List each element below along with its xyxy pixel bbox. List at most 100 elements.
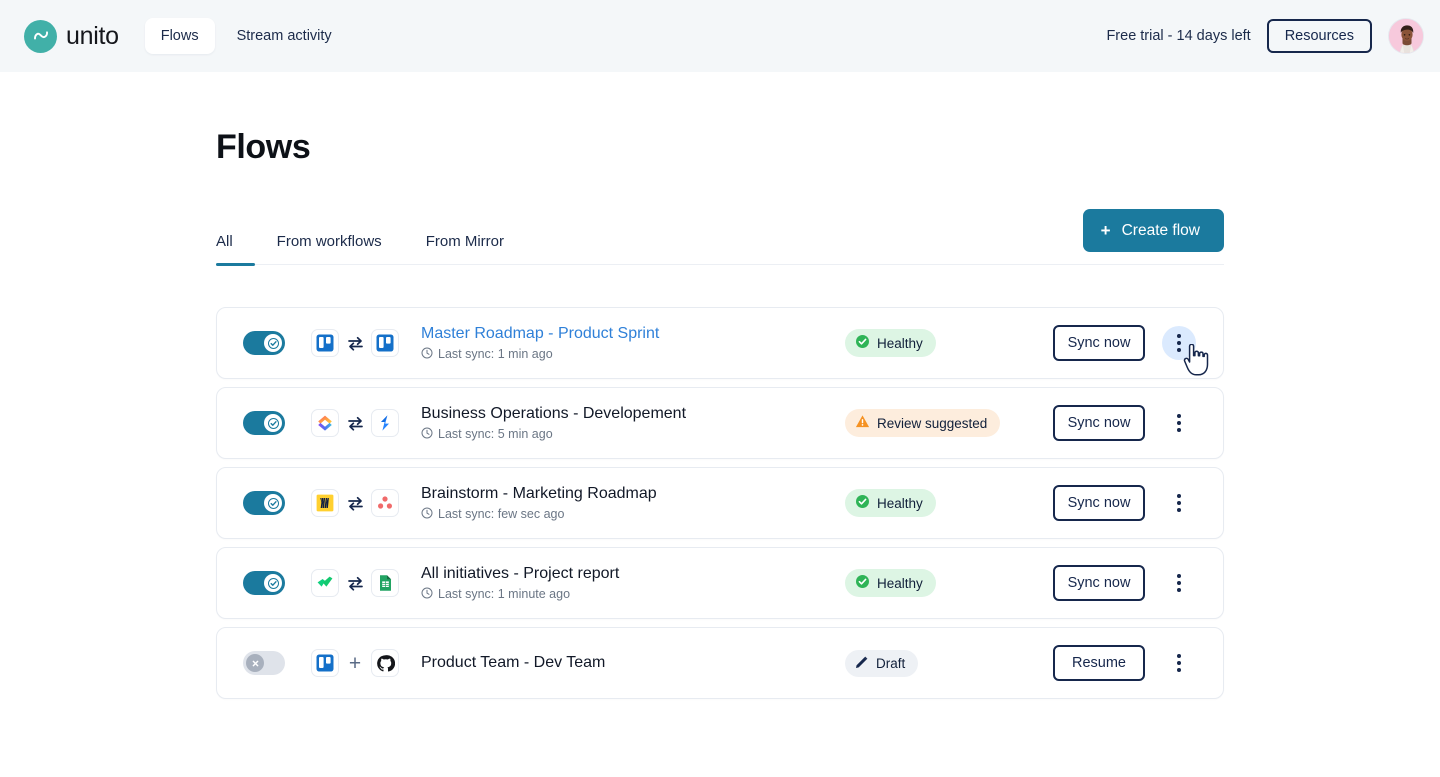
toggle-knob-checked-icon [264,334,282,352]
flow-info: Brainstorm - Marketing Roadmap Last sync… [421,485,845,522]
flow-row[interactable]: Master Roadmap - Product Sprint Last syn… [216,307,1224,379]
flow-options-menu-button[interactable] [1162,646,1196,680]
flow-last-sync-text: Last sync: 1 minute ago [438,587,571,601]
bidirectional-arrows-icon [346,336,364,351]
status-badge-label: Healthy [877,575,923,591]
app-icon-wrike [311,569,339,597]
toggle-knob-checked-icon [264,494,282,512]
flow-last-sync: Last sync: few sec ago [421,507,845,522]
resume-button[interactable]: Resume [1053,644,1145,682]
status-badge-label: Review suggested [877,415,988,431]
check-circle-icon [855,334,870,352]
sync-now-button[interactable]: Sync now [1053,484,1145,522]
status-badge: Healthy [845,329,936,357]
kebab-dot [1177,334,1181,338]
tab-all[interactable]: All [216,233,255,266]
kebab-dot [1177,581,1181,585]
status-badge-label: Draft [876,655,906,671]
flow-menu-column [1153,566,1205,600]
flow-last-sync: Last sync: 5 min ago [421,427,845,442]
app-icon-clickup [311,409,339,437]
app-icon-miro [311,489,339,517]
flow-app-pair [311,409,399,437]
kebab-dot [1177,348,1181,352]
resources-button[interactable]: Resources [1266,18,1372,54]
toggle-knob-checked-icon [264,414,282,432]
flow-menu-column [1153,646,1205,680]
app-icon-google-sheets [371,569,399,597]
unito-logo-icon [24,19,57,53]
flow-options-menu-button[interactable] [1162,566,1196,600]
create-flow-wrap: + Create flow [1082,209,1224,264]
flow-action-column: Sync now [1045,484,1153,522]
sync-now-button[interactable]: Sync now [1053,564,1145,602]
flow-last-sync-text: Last sync: 1 min ago [438,347,553,361]
flow-enable-toggle[interactable] [243,491,285,515]
tab-from-workflows[interactable]: From workflows [255,233,404,264]
pencil-icon [855,655,869,672]
check-circle-icon [855,494,870,512]
sync-now-button[interactable]: Sync now [1053,324,1145,362]
warning-triangle-icon [855,414,870,432]
flow-menu-column [1153,406,1205,440]
kebab-dot [1177,661,1181,665]
flow-row[interactable]: + Product Team - Dev Team Draft Resume [216,627,1224,699]
toggle-knob-checked-icon [264,574,282,592]
avatar[interactable] [1388,18,1424,54]
tab-from-mirror[interactable]: From Mirror [404,233,526,264]
flow-enable-toggle[interactable] [243,651,285,675]
flow-options-menu-button[interactable] [1162,326,1196,360]
sync-now-button[interactable]: Sync now [1053,404,1145,442]
flow-action-column: Sync now [1045,324,1153,362]
flow-status-column: Healthy [845,569,1045,597]
flow-name[interactable]: Master Roadmap - Product Sprint [421,325,845,343]
flow-status-column: Healthy [845,329,1045,357]
plus-connector-icon: + [348,651,362,675]
main-nav: Flows Stream activity [144,18,348,54]
flow-info: All initiatives - Project report Last sy… [421,565,845,602]
flow-row[interactable]: Brainstorm - Marketing Roadmap Last sync… [216,467,1224,539]
status-badge-label: Healthy [877,335,923,351]
page-title: Flows [216,128,311,166]
flow-row[interactable]: Business Operations - Developement Last … [216,387,1224,459]
flow-action-column: Sync now [1045,564,1153,602]
kebab-dot [1177,428,1181,432]
flow-app-pair [311,489,399,517]
kebab-dot [1177,414,1181,418]
kebab-dot [1177,654,1181,658]
top-navigation-bar: unito Flows Stream activity Free trial -… [0,0,1440,72]
status-badge: Review suggested [845,409,1001,437]
flow-app-pair: + [311,649,399,677]
nav-item-stream-activity[interactable]: Stream activity [221,18,348,54]
clock-icon [421,347,433,362]
flow-row[interactable]: All initiatives - Project report Last sy… [216,547,1224,619]
clock-icon [421,587,433,602]
status-badge: Healthy [845,489,936,517]
nav-item-flows[interactable]: Flows [144,18,215,54]
flow-enable-toggle[interactable] [243,571,285,595]
flow-enable-toggle[interactable] [243,411,285,435]
flow-enable-toggle[interactable] [243,331,285,355]
flow-options-menu-button[interactable] [1162,486,1196,520]
flow-name: Business Operations - Developement [421,404,687,422]
kebab-dot [1177,494,1181,498]
flow-options-menu-button[interactable] [1162,406,1196,440]
bidirectional-arrows-icon [346,416,364,431]
create-flow-button[interactable]: + Create flow [1082,209,1224,252]
status-badge: Draft [845,649,919,677]
flow-last-sync: Last sync: 1 min ago [421,347,845,362]
flow-name: Product Team - Dev Team [421,654,606,671]
flow-action-column: Resume [1045,644,1153,682]
clock-icon [421,507,433,522]
status-badge-label: Healthy [877,495,923,511]
plus-icon: + [1100,221,1111,240]
kebab-dot [1177,341,1181,345]
free-trial-status: Free trial - 14 days left [1106,28,1251,44]
flow-last-sync-text: Last sync: few sec ago [438,507,565,521]
flow-name: Brainstorm - Marketing Roadmap [421,484,657,502]
toggle-knob-disabled-icon [246,654,264,672]
app-icon-trello [311,329,339,357]
brand-logo[interactable]: unito [24,19,119,53]
tabs-row: All From workflows From Mirror + Create … [216,209,1224,266]
page-content: Flows All From workflows From Mirror + C… [0,128,1440,699]
